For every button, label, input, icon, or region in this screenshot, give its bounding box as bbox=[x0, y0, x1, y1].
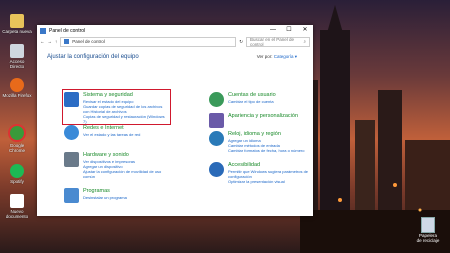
recycle-bin[interactable]: Papelera de reciclaje bbox=[416, 217, 440, 243]
search-input[interactable]: Buscar en el Panel de control ⌕ bbox=[246, 36, 310, 47]
category-link[interactable]: Ajustar la configuración de movilidad de… bbox=[83, 169, 174, 179]
refresh-icon[interactable]: ↻ bbox=[239, 39, 243, 45]
category-title[interactable]: Cuentas de usuario bbox=[228, 92, 276, 99]
appearance-icon bbox=[209, 113, 224, 128]
view-by-label: Ver por: bbox=[256, 54, 273, 59]
category-title[interactable]: Sistema y seguridad bbox=[83, 92, 168, 99]
forward-arrow-icon[interactable]: → bbox=[48, 39, 53, 44]
category-title[interactable]: Reloj, idioma y región bbox=[228, 131, 304, 138]
window-title: Panel de control bbox=[49, 27, 86, 34]
document-icon bbox=[10, 194, 24, 208]
category-clock-language: Reloj, idioma y región Agregar un idioma… bbox=[209, 131, 309, 153]
clock-icon bbox=[209, 131, 224, 146]
maximize-button[interactable]: ☐ bbox=[281, 25, 297, 36]
category-system-security: Sistema y seguridad Revisar el estado de… bbox=[64, 92, 168, 124]
network-icon bbox=[64, 125, 79, 140]
control-panel-window: Panel de control — ☐ ✕ ← → ↑ Panel de co… bbox=[37, 25, 313, 216]
desktop-icon-document[interactable]: Nuevo documento bbox=[2, 194, 32, 219]
category-programs: Programas Desinstalar un programa bbox=[64, 188, 174, 203]
shortcut-icon bbox=[10, 44, 24, 58]
control-panel-icon bbox=[40, 27, 46, 34]
category-link[interactable]: Cambiar el tipo de cuenta bbox=[228, 99, 276, 104]
category-title[interactable]: Programas bbox=[83, 188, 127, 195]
recycle-bin-icon bbox=[421, 217, 435, 233]
search-icon: ⌕ bbox=[303, 39, 306, 44]
minimize-button[interactable]: — bbox=[265, 25, 281, 36]
printer-icon bbox=[64, 152, 79, 167]
folder-icon bbox=[10, 14, 24, 28]
navigation-bar: ← → ↑ Panel de control ↻ Buscar en el Pa… bbox=[37, 36, 313, 47]
up-arrow-icon[interactable]: ↑ bbox=[55, 39, 57, 44]
category-title[interactable]: Hardware y sonido bbox=[83, 152, 174, 159]
category-appearance: Apariencia y personalización bbox=[209, 113, 309, 128]
desktop-icon-spotify[interactable]: Spotify bbox=[2, 164, 32, 184]
category-title[interactable]: Accesibilidad bbox=[228, 162, 309, 169]
programs-icon bbox=[64, 188, 79, 203]
search-placeholder: Buscar en el Panel de control bbox=[250, 36, 295, 47]
page-title: Ajustar la configuración del equipo bbox=[47, 54, 139, 60]
breadcrumb[interactable]: Panel de control bbox=[72, 39, 105, 44]
chrome-icon bbox=[8, 124, 26, 142]
close-button[interactable]: ✕ bbox=[297, 25, 313, 36]
category-title[interactable]: Redes e Internet bbox=[83, 125, 140, 132]
category-user-accounts: Cuentas de usuario Cambiar el tipo de cu… bbox=[209, 92, 309, 107]
desktop-icon-chrome[interactable]: Google Chrome bbox=[2, 124, 32, 153]
view-by: Ver por: Categoría ▾ bbox=[257, 54, 297, 60]
category-link[interactable]: Copias de seguridad y restauración (Wind… bbox=[83, 114, 168, 124]
firefox-icon bbox=[10, 78, 24, 92]
view-by-dropdown[interactable]: Categoría ▾ bbox=[274, 54, 297, 59]
category-hardware-sound: Hardware y sonido Ver dispositivos e imp… bbox=[64, 152, 174, 179]
desktop-icon-folder[interactable]: Carpeta nueva bbox=[2, 14, 32, 34]
desktop-icon-firefox[interactable]: Mozilla Firefox bbox=[2, 78, 32, 98]
category-link[interactable]: Optimizar la presentación visual bbox=[228, 179, 309, 184]
category-link[interactable]: Desinstalar un programa bbox=[83, 195, 127, 200]
category-link[interactable]: Permitir que Windows sugiera parámetros … bbox=[228, 169, 309, 179]
desktop-icon-shortcut[interactable]: Acceso Directo bbox=[2, 44, 32, 69]
address-bar[interactable]: Panel de control bbox=[60, 36, 237, 47]
back-arrow-icon[interactable]: ← bbox=[40, 39, 45, 44]
title-bar[interactable]: Panel de control — ☐ ✕ bbox=[37, 25, 313, 36]
category-accessibility: Accesibilidad Permitir que Windows sugie… bbox=[209, 162, 309, 184]
users-icon bbox=[209, 92, 224, 107]
spotify-icon bbox=[10, 164, 24, 178]
category-network: Redes e Internet Ver el estado y las tar… bbox=[64, 125, 174, 140]
category-link[interactable]: Ver el estado y las tareas de red bbox=[83, 132, 140, 137]
category-link[interactable]: Guardar copias de seguridad de los archi… bbox=[83, 104, 168, 114]
category-link[interactable]: Cambiar formatos de fecha, hora o número bbox=[228, 148, 304, 153]
category-title[interactable]: Apariencia y personalización bbox=[228, 113, 298, 120]
shield-icon bbox=[64, 92, 79, 107]
accessibility-icon bbox=[209, 162, 224, 177]
control-panel-small-icon bbox=[64, 39, 70, 44]
